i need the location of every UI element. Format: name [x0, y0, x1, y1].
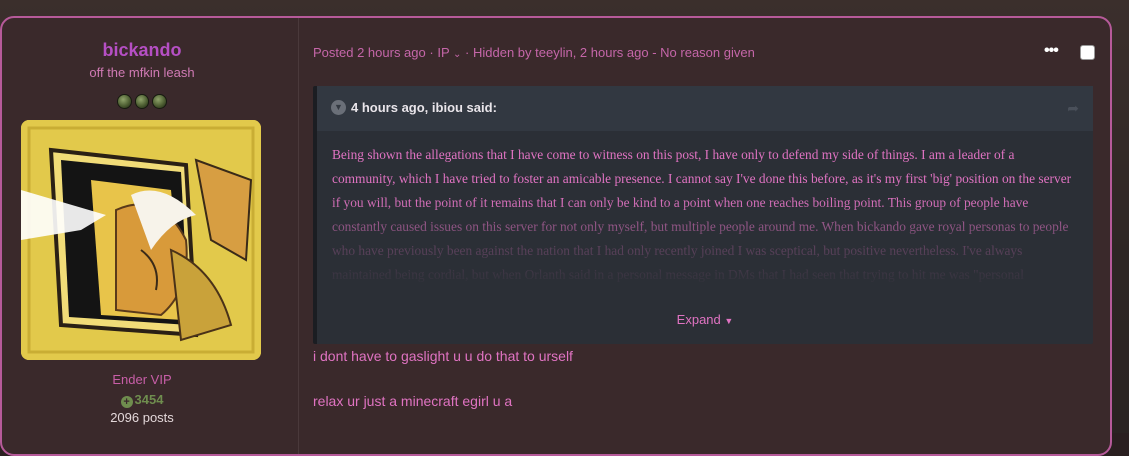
forum-post: bickando off the mfkin leash Ender VIP +…	[0, 16, 1112, 456]
reputation-value: 3454	[134, 392, 164, 407]
author-post-count: 2096 posts	[110, 410, 174, 425]
expand-button[interactable]: Expand ▼	[317, 312, 1093, 327]
avatar[interactable]	[21, 120, 261, 360]
author-title: off the mfkin leash	[89, 65, 195, 80]
caret-down-icon: ▼	[724, 316, 734, 326]
meta-separator: ·	[465, 45, 473, 60]
post-content: Posted 2 hours ago · IP ⌄ · Hidden by te…	[298, 18, 1099, 454]
ip-dropdown[interactable]: IP ⌄	[437, 45, 461, 60]
author-reputation: +3454	[2, 392, 282, 408]
quote-block: ▼ 4 hours ago, ibiou said: ➦ Being shown…	[313, 86, 1093, 344]
post-text-line: relax ur just a minecraft egirl u a	[313, 393, 513, 409]
post-date-link[interactable]: Posted 2 hours ago	[313, 45, 426, 60]
post-text-line: i dont have to gaslight u u do that to u…	[313, 348, 573, 364]
expand-label: Expand	[676, 312, 721, 327]
rank-pip-icon	[117, 94, 132, 109]
author-group: Ender VIP	[112, 372, 172, 387]
collapse-quote-icon[interactable]: ▼	[331, 100, 346, 115]
author-panel: bickando off the mfkin leash Ender VIP +…	[2, 18, 282, 454]
share-arrow-icon[interactable]: ➦	[1067, 100, 1079, 117]
rank-pip-icon	[134, 94, 150, 109]
quote-fade-overlay	[317, 198, 1093, 298]
rank-pip-icon	[152, 94, 168, 109]
post-meta: Posted 2 hours ago · IP ⌄ · Hidden by te…	[313, 45, 755, 60]
avatar-image-icon	[21, 120, 261, 360]
ellipsis-icon[interactable]: •••	[1044, 42, 1059, 60]
chevron-down-icon: ⌄	[453, 49, 462, 60]
ip-label: IP	[437, 45, 450, 60]
author-username[interactable]: bickando	[2, 40, 282, 61]
reputation-plus-icon: +	[120, 396, 133, 408]
quote-citation: 4 hours ago, ibiou said:	[351, 100, 497, 115]
rank-pips	[117, 94, 168, 109]
select-post-checkbox[interactable]	[1080, 45, 1095, 60]
hidden-status: Hidden by teeylin, 2 hours ago - No reas…	[472, 45, 755, 60]
quote-header: ▼ 4 hours ago, ibiou said: ➦	[317, 86, 1093, 131]
